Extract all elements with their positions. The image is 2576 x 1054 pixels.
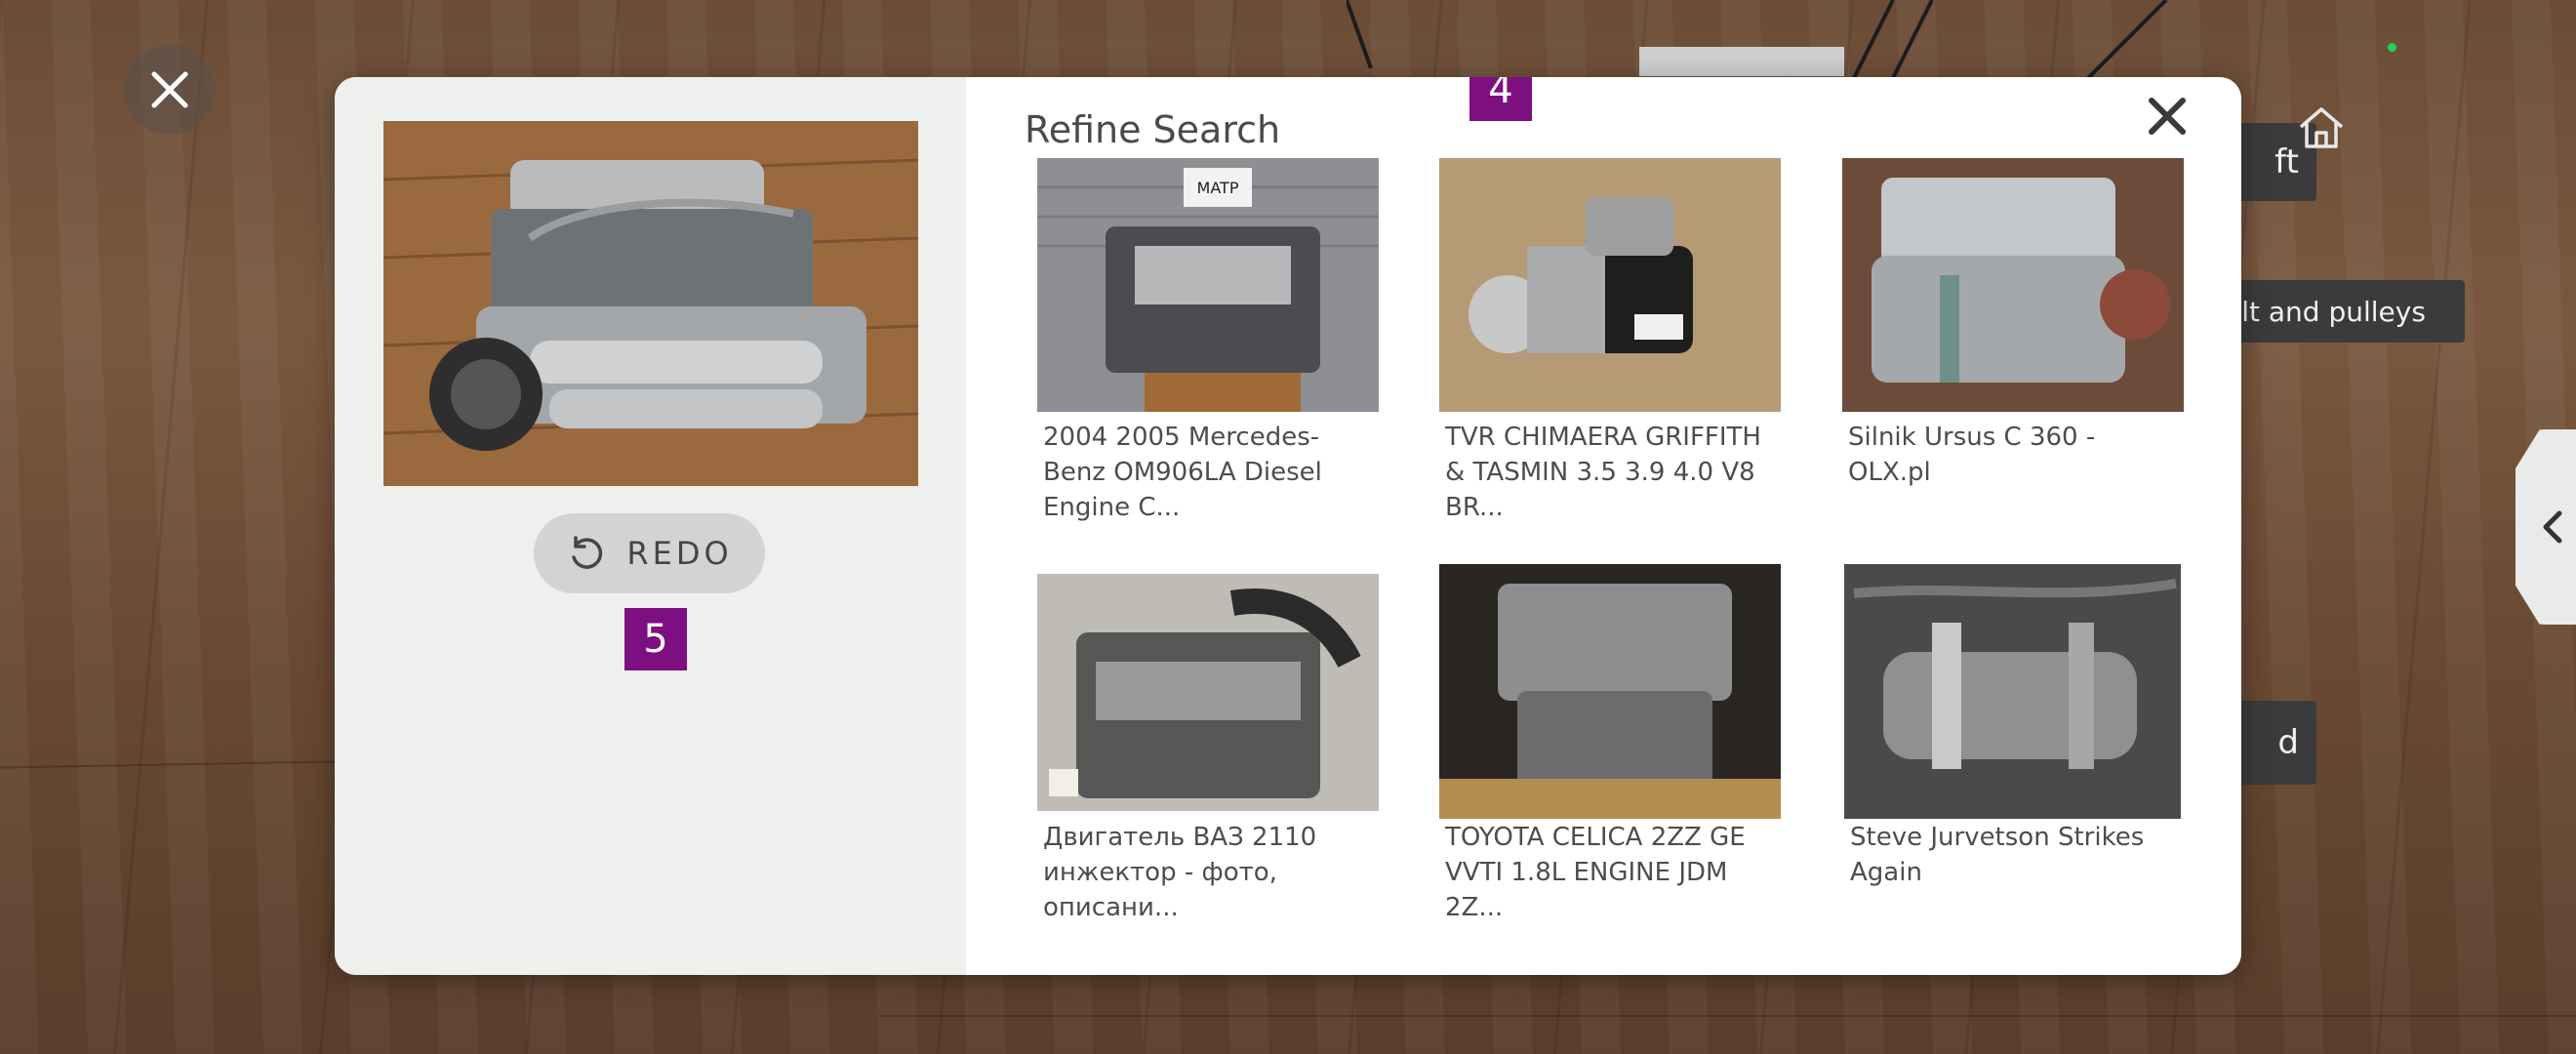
- close-icon[interactable]: [2146, 95, 2189, 138]
- result-caption: 2004 2005 Mercedes-Benz OM906LA Diesel E…: [1043, 423, 1322, 522]
- background-engine-lines: [1347, 0, 2168, 80]
- annotation-marker: 4: [1469, 77, 1532, 121]
- result-caption: TOYOTA CELICA 2ZZ GE VVTI 1.8L ENGINE JD…: [1445, 823, 1746, 922]
- query-image: [383, 121, 918, 486]
- query-pane: REDO 5: [335, 77, 966, 975]
- ar-label-belt-pulleys[interactable]: elt and pulleys: [2207, 280, 2465, 343]
- annotation-marker: 5: [624, 608, 687, 670]
- result-caption: Steve Jurvetson Strikes Again: [1850, 823, 2145, 887]
- result-caption: TVR CHIMAERA GRIFFITH & TASMIN 3.5 3.9 4…: [1445, 423, 1761, 522]
- dialog-title: Refine Search: [1025, 108, 1281, 151]
- result-thumbnail: [1037, 574, 1379, 811]
- result-caption: Двигатель ВАЗ 2110 инжектор - фото, опис…: [1043, 823, 1317, 922]
- result-thumbnail: [1439, 564, 1781, 819]
- svg-text:MATP: MATP: [1197, 179, 1239, 197]
- home-icon[interactable]: [2295, 101, 2348, 154]
- result-caption: Silnik Ursus C 360 - OLX.pl: [1848, 423, 2096, 487]
- floor-seam: [878, 1015, 2576, 1017]
- result-thumbnail: MATP: [1037, 158, 1379, 412]
- status-dot: [2388, 43, 2396, 52]
- redo-button[interactable]: REDO: [534, 513, 765, 593]
- result-thumbnail: [1439, 158, 1781, 412]
- result-thumbnail: [1844, 564, 2181, 819]
- chevron-left-icon: [2543, 510, 2562, 544]
- redo-icon: [572, 536, 603, 569]
- result-thumbnail: [1842, 158, 2184, 412]
- ar-close-button[interactable]: [125, 45, 215, 135]
- side-panel-toggle[interactable]: [2516, 429, 2576, 625]
- refine-search-dialog: REDO 5 Refine Search 4 MATP 2004 2005 Me…: [335, 77, 2241, 975]
- close-icon: [151, 71, 188, 108]
